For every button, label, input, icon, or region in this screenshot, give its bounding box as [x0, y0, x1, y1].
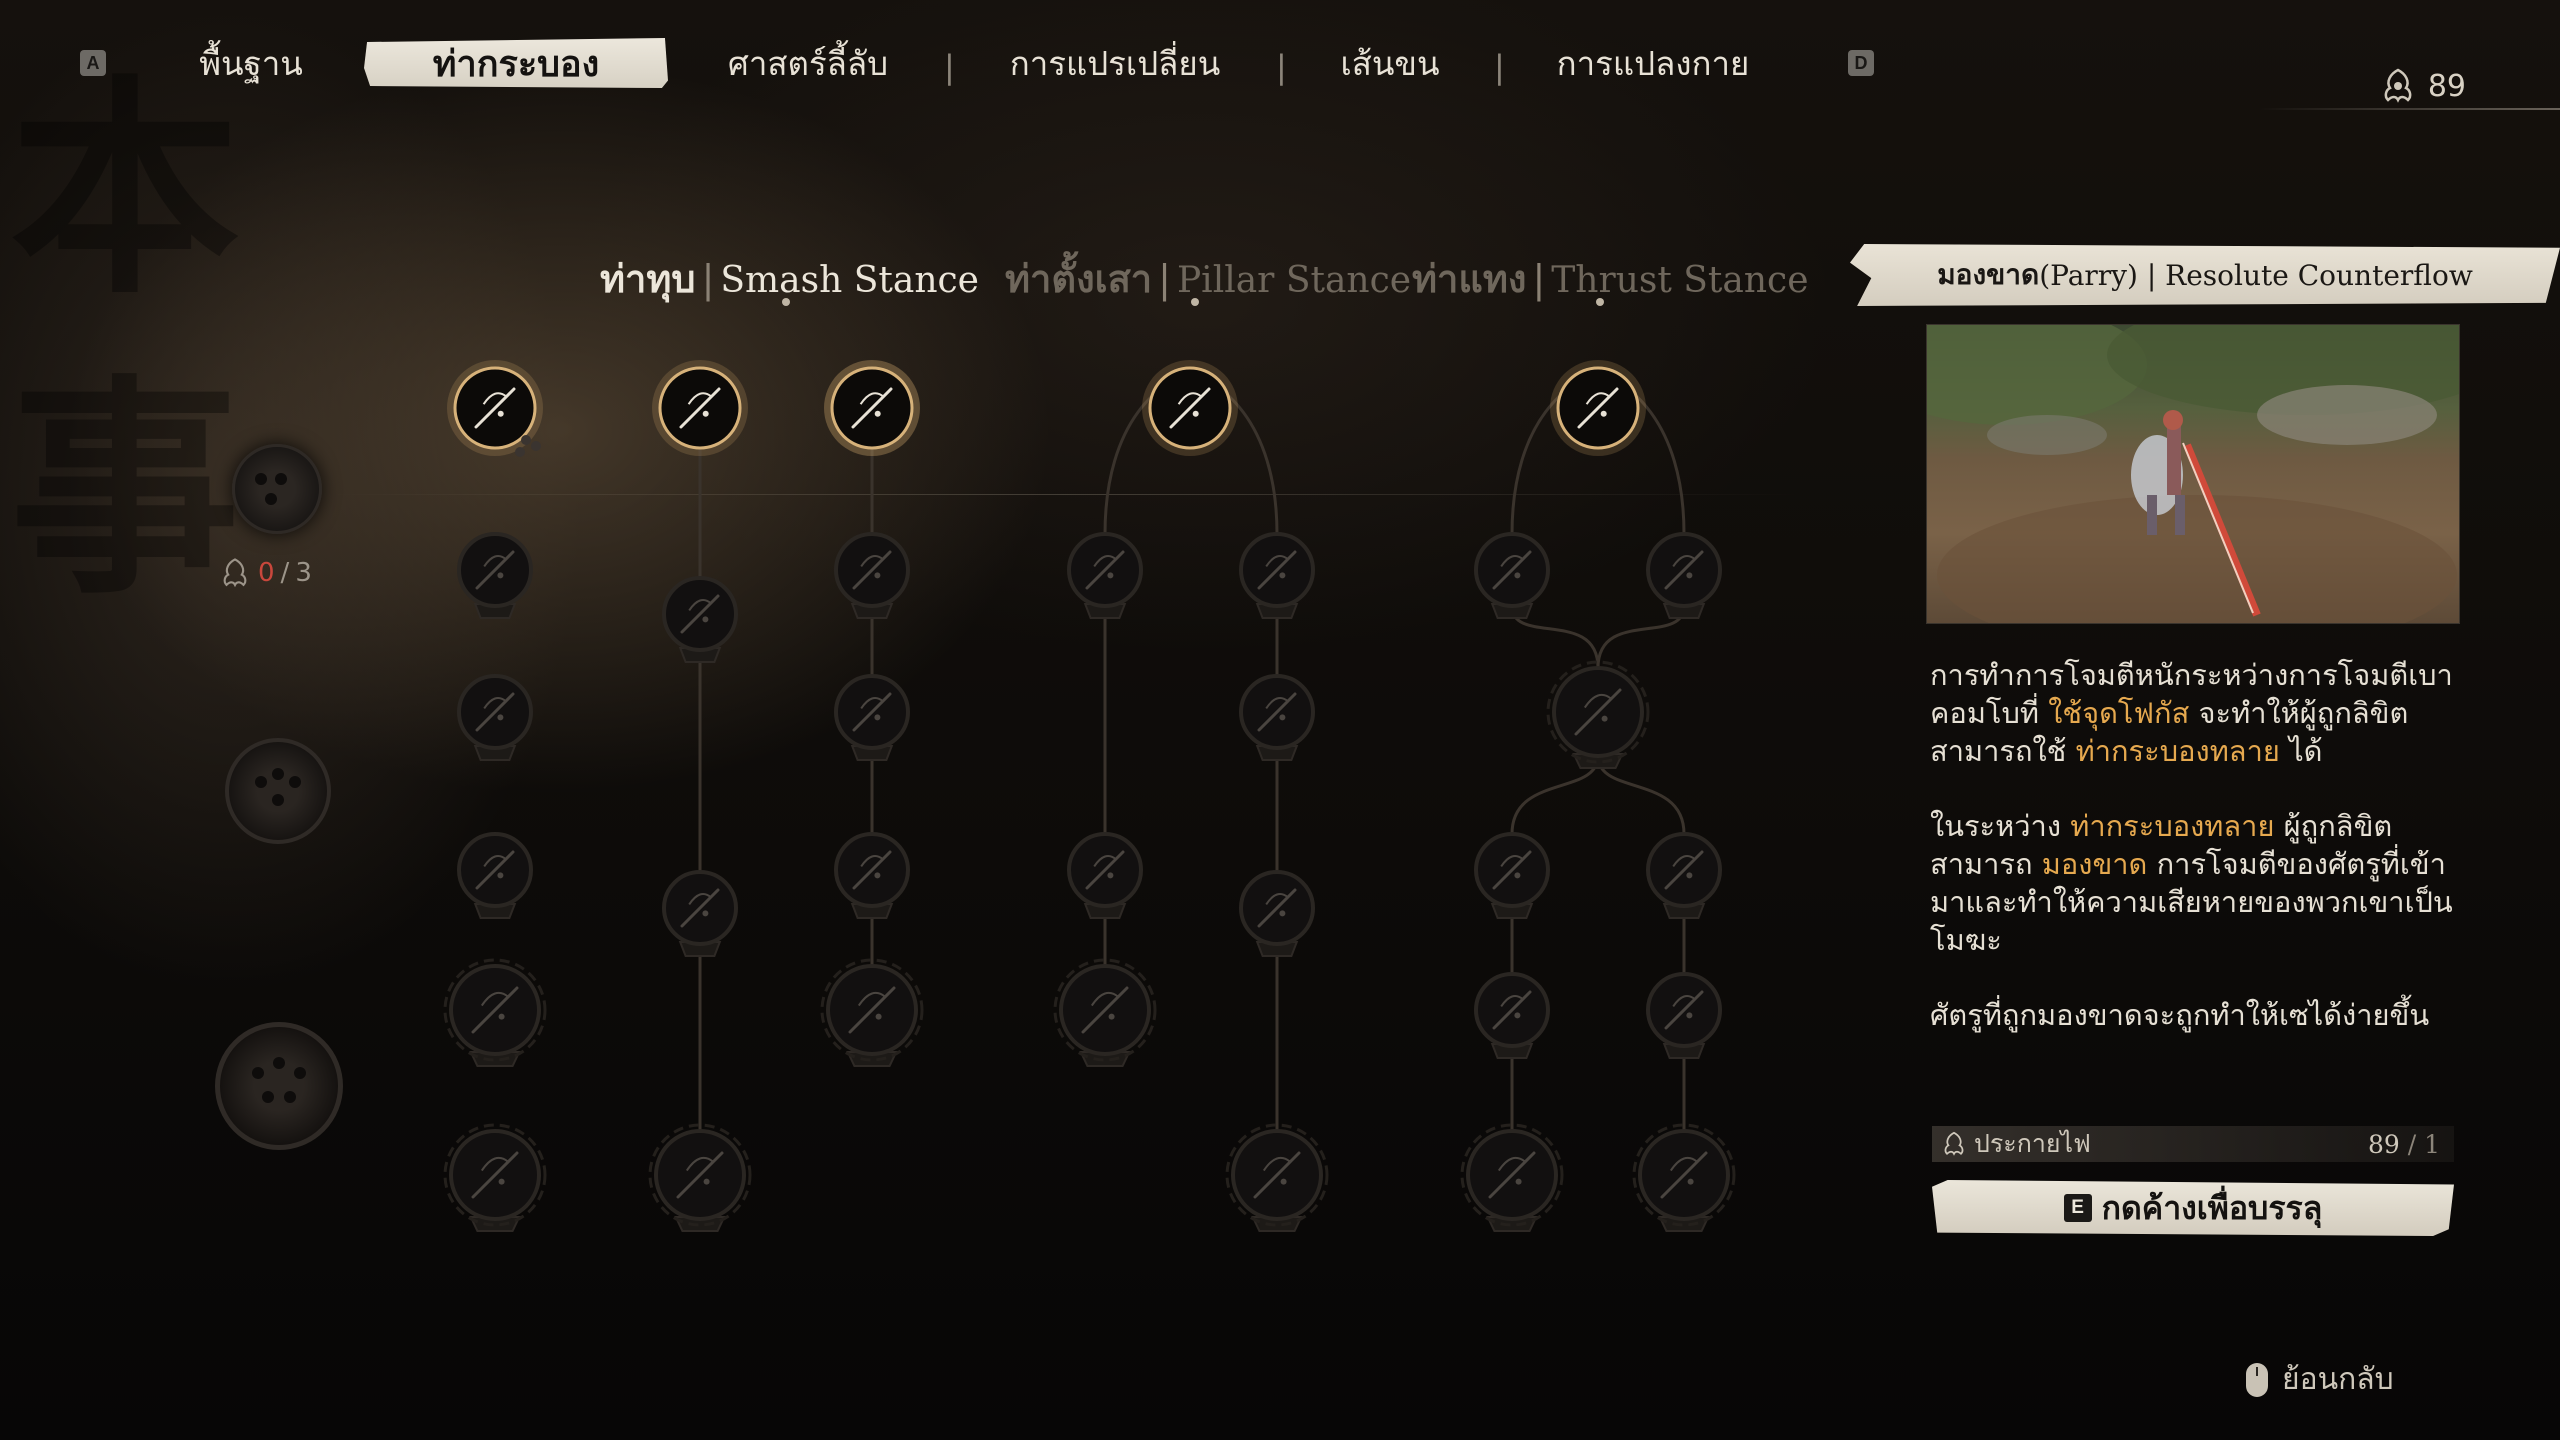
description-text: ได้: [2279, 734, 2323, 768]
skill-node-t1[interactable]: [1550, 360, 1646, 456]
highlight-term: มองขาด: [2041, 847, 2148, 881]
spark-icon: [1944, 1131, 1964, 1156]
node-level-pip: [531, 441, 541, 451]
skill-node-t5a[interactable]: [1474, 972, 1550, 1059]
skill-node-t4b[interactable]: [1646, 832, 1722, 919]
skill-node-s1e[interactable]: [443, 958, 547, 1067]
node-level-pip: [521, 435, 531, 445]
skill-cost: ประกายไฟ 89 / 1: [1932, 1126, 2454, 1162]
skill-preview-image: [1926, 324, 2460, 624]
skill-title-paren: (Parry): [2039, 258, 2138, 292]
skill-node-t2a[interactable]: [1474, 532, 1550, 619]
cost-have: 89: [2367, 1129, 2400, 1159]
skill-node-s3a[interactable]: [824, 360, 920, 456]
skill-node-s2b[interactable]: [662, 576, 738, 663]
skill-title-sep: |: [2146, 258, 2157, 292]
skill-node-t2b[interactable]: [1646, 532, 1722, 619]
skill-node-t6a[interactable]: [1460, 1123, 1564, 1232]
skill-node-p5a[interactable]: [1053, 958, 1157, 1067]
description-text: ศัตรูที่ถูกมองขาดจะถูกทำให้เซได้ง่ายขึ้น: [1930, 998, 2430, 1032]
skill-node-t3[interactable]: [1546, 660, 1650, 769]
skill-node-p2a[interactable]: [1067, 532, 1143, 619]
skill-node-s2d[interactable]: [648, 1123, 752, 1232]
description-paragraph: ในระหว่าง ท่ากระบองทลาย ผู้ถูกลิขิตสามาร…: [1930, 807, 2470, 959]
skill-description: การทำการโจมตีหนักระหว่างการโจมตีเบาคอมโบ…: [1930, 656, 2470, 1071]
skill-node-p1[interactable]: [1142, 360, 1238, 456]
skill-title: มองขาด (Parry) | Resolute Counterflow: [1850, 244, 2560, 306]
skill-node-s3d[interactable]: [834, 832, 910, 919]
hold-to-unlock-button[interactable]: E กดค้างเพื่อบรรลุ: [1932, 1180, 2454, 1236]
node-level-pip: [515, 447, 525, 457]
description-paragraph: ศัตรูที่ถูกมองขาดจะถูกทำให้เซได้ง่ายขึ้น: [1930, 996, 2470, 1034]
hold-label: กดค้างเพื่อบรรลุ: [2101, 1188, 2323, 1227]
skill-node-p4a[interactable]: [1067, 832, 1143, 919]
skill-node-s2c[interactable]: [662, 870, 738, 957]
skill-node-s1c[interactable]: [457, 674, 533, 761]
skill-node-s1f[interactable]: [443, 1123, 547, 1232]
skill-title-en: Resolute Counterflow: [2165, 258, 2473, 292]
skill-node-t6b[interactable]: [1632, 1123, 1736, 1232]
skill-node-s2a[interactable]: [652, 360, 748, 456]
skill-node-p3a[interactable]: [1239, 674, 1315, 761]
skill-node-p5b[interactable]: [1225, 1123, 1329, 1232]
skill-node-s1b[interactable]: [457, 532, 533, 619]
skill-node-s3b[interactable]: [834, 532, 910, 619]
highlight-term: ท่ากระบองทลาย: [2070, 809, 2275, 843]
back-button[interactable]: ย้อนกลับ: [2246, 1356, 2394, 1403]
skill-node-t4a[interactable]: [1474, 832, 1550, 919]
skill-node-p4b[interactable]: [1239, 870, 1315, 957]
description-text: ในระหว่าง: [1930, 809, 2071, 843]
back-label: ย้อนกลับ: [2282, 1362, 2394, 1397]
skill-node-s3e[interactable]: [820, 958, 924, 1067]
skill-node-s3c[interactable]: [834, 674, 910, 761]
description-paragraph: การทำการโจมตีหนักระหว่างการโจมตีเบาคอมโบ…: [1930, 656, 2470, 770]
tree-nodes: [443, 360, 1736, 1232]
mouse-icon: [2246, 1362, 2268, 1397]
skill-node-t5b[interactable]: [1646, 972, 1722, 1059]
cost-need: 1: [2424, 1129, 2440, 1159]
hold-key-hint: E: [2063, 1194, 2092, 1222]
cost-label: ประกายไฟ: [1974, 1129, 2091, 1158]
skill-detail-panel: มองขาด (Parry) | Resolute Counterflow การ…: [1850, 244, 2560, 1244]
skill-node-s1d[interactable]: [457, 832, 533, 919]
highlight-term: ท่ากระบองทลาย: [2075, 734, 2280, 768]
cost-sep: /: [2407, 1129, 2417, 1159]
skill-node-p2b[interactable]: [1239, 532, 1315, 619]
skill-title-th: มองขาด: [1937, 258, 2040, 291]
highlight-term: ใช้จุดโฟกัส: [2048, 696, 2190, 730]
